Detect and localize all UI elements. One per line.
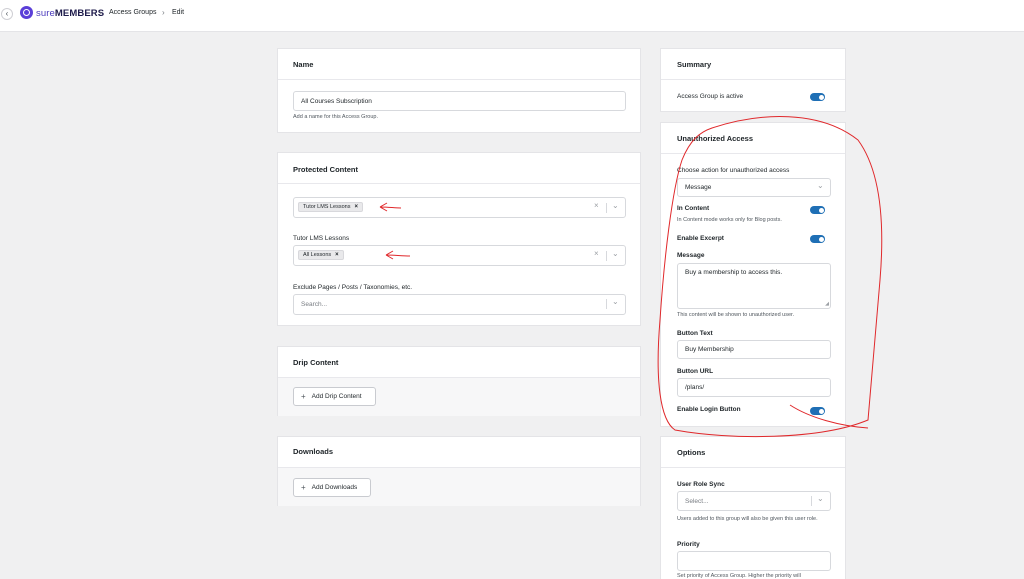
plus-icon: + bbox=[301, 483, 306, 492]
remove-tag-icon[interactable]: × bbox=[335, 252, 339, 258]
divider bbox=[278, 183, 640, 184]
exclude-label: Exclude Pages / Posts / Taxonomies, etc. bbox=[293, 284, 413, 291]
enable-excerpt-label: Enable Excerpt bbox=[677, 235, 724, 242]
divider bbox=[661, 79, 845, 80]
protected-content-card: Protected Content Tutor LMS Lessons × × ⌄… bbox=[277, 152, 641, 326]
action-label: Choose action for unauthorized access bbox=[677, 167, 790, 174]
drip-content-title: Drip Content bbox=[293, 358, 339, 367]
chevron-down-icon: ⌄ bbox=[817, 494, 824, 503]
enable-excerpt-toggle[interactable] bbox=[810, 235, 825, 243]
add-downloads-button[interactable]: + Add Downloads bbox=[293, 478, 371, 497]
suremembers-logo-icon bbox=[20, 6, 33, 19]
add-drip-content-button[interactable]: + Add Drip Content bbox=[293, 387, 376, 406]
downloads-title: Downloads bbox=[293, 447, 334, 456]
divider bbox=[278, 79, 640, 80]
button-url-label: Button URL bbox=[677, 368, 714, 375]
selected-tag-tutor-lms-lessons: Tutor LMS Lessons × bbox=[298, 202, 363, 212]
options-title: Options bbox=[677, 448, 706, 457]
selected-tag-all-lessons: All Lessons × bbox=[298, 250, 344, 260]
chevron-down-icon: ⌄ bbox=[817, 181, 824, 190]
button-text-input[interactable]: Buy Membership bbox=[677, 340, 831, 359]
name-card: Name All Courses Subscription Add a name… bbox=[277, 48, 641, 133]
breadcrumb-edit: Edit bbox=[172, 9, 185, 16]
back-button[interactable]: ‹ bbox=[1, 8, 13, 20]
exclude-search-select[interactable]: Search... bbox=[293, 294, 626, 315]
button-text-label: Button Text bbox=[677, 330, 713, 337]
chevron-right-icon: › bbox=[99, 8, 102, 17]
in-content-label: In Content bbox=[677, 205, 710, 212]
summary-title: Summary bbox=[677, 60, 712, 69]
divider bbox=[606, 251, 607, 261]
drip-content-card: Drip Content + Add Drip Content bbox=[277, 346, 641, 416]
message-label: Message bbox=[677, 252, 705, 259]
options-card: Options User Role Sync Select... ⌄ Users… bbox=[660, 436, 846, 579]
priority-label: Priority bbox=[677, 541, 700, 548]
message-textarea[interactable]: Buy a membership to access this. ◢ bbox=[677, 263, 831, 309]
in-content-toggle[interactable] bbox=[810, 206, 825, 214]
enable-login-button-toggle[interactable] bbox=[810, 407, 825, 415]
name-input[interactable]: All Courses Subscription bbox=[293, 91, 626, 111]
clear-icon[interactable]: × bbox=[594, 201, 599, 210]
divider bbox=[606, 203, 607, 213]
action-select[interactable]: Message bbox=[677, 178, 831, 197]
chevron-left-icon: ‹ bbox=[5, 9, 9, 18]
divider bbox=[661, 153, 845, 154]
chevron-right-icon: › bbox=[162, 8, 165, 17]
enable-login-button-label: Enable Login Button bbox=[677, 406, 741, 413]
user-role-sync-label: User Role Sync bbox=[677, 481, 725, 488]
remove-tag-icon[interactable]: × bbox=[354, 204, 358, 210]
button-url-input[interactable]: /plans/ bbox=[677, 378, 831, 397]
divider bbox=[661, 467, 845, 468]
plus-icon: + bbox=[301, 392, 306, 401]
clear-icon[interactable]: × bbox=[594, 249, 599, 258]
chevron-down-icon[interactable]: ⌄ bbox=[612, 297, 619, 306]
downloads-card: Downloads + Add Downloads bbox=[277, 436, 641, 506]
name-help-text: Add a name for this Access Group. bbox=[293, 114, 378, 120]
tutor-lms-lessons-label: Tutor LMS Lessons bbox=[293, 235, 350, 242]
priority-help: Set priority of Access Group. Higher the… bbox=[677, 573, 801, 579]
app-logo[interactable]: sureMEMBERS bbox=[36, 8, 104, 19]
access-group-active-label: Access Group is active bbox=[677, 93, 744, 100]
breadcrumb-access-groups[interactable]: Access Groups bbox=[109, 9, 156, 16]
name-card-title: Name bbox=[293, 60, 314, 69]
divider bbox=[811, 496, 812, 506]
unauthorized-access-card: Unauthorized Access Choose action for un… bbox=[660, 122, 846, 427]
summary-card: Summary Access Group is active bbox=[660, 48, 846, 112]
top-bar: ‹ sureMEMBERS › Access Groups › Edit bbox=[0, 0, 1024, 32]
chevron-down-icon[interactable]: ⌄ bbox=[612, 249, 619, 258]
message-help: This content will be shown to unauthoriz… bbox=[677, 312, 795, 318]
priority-input[interactable] bbox=[677, 551, 831, 571]
active-toggle[interactable] bbox=[810, 93, 825, 101]
unauthorized-access-title: Unauthorized Access bbox=[677, 134, 753, 143]
divider bbox=[606, 299, 607, 309]
resize-handle-icon[interactable]: ◢ bbox=[825, 301, 829, 307]
chevron-down-icon[interactable]: ⌄ bbox=[612, 201, 619, 210]
user-role-sync-select[interactable]: Select... bbox=[677, 491, 831, 511]
in-content-help: In Content mode works only for Blog post… bbox=[677, 217, 782, 223]
user-role-sync-help: Users added to this group will also be g… bbox=[677, 516, 818, 522]
protected-content-title: Protected Content bbox=[293, 165, 359, 174]
